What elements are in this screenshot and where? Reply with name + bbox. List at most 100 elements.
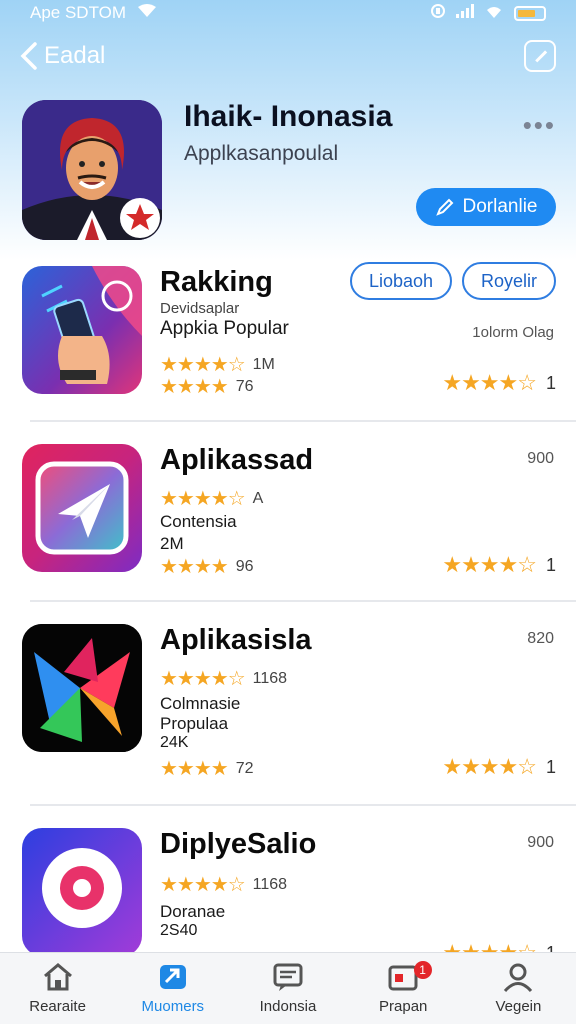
tab-prapan[interactable]: 1 Prapan	[346, 953, 461, 1024]
flower-app-icon	[22, 828, 142, 952]
rating-stars-right: ★★★★☆ 1	[442, 940, 556, 952]
rating-count: 72	[235, 759, 254, 777]
app-list-item[interactable]: Aplikassad 900 ★★★★☆ A Contensia 2M ★★★★…	[22, 444, 556, 578]
ranking-line2: Appkia Popular	[160, 318, 289, 339]
carrier-label: Ape SDTOM	[30, 3, 127, 22]
download-button[interactable]: Dorlanlie	[416, 188, 556, 226]
tab-muomers[interactable]: Muomers	[115, 953, 230, 1024]
app-icon[interactable]	[22, 624, 142, 752]
star-icons: ★★★★☆	[160, 668, 246, 690]
app-title: Aplikassad	[160, 444, 314, 476]
ranking-right-text: 1olorm Olag	[472, 324, 554, 341]
featured-app: Ihaik- Inonasia Applkasanpoulal ••• Dorl…	[22, 98, 556, 243]
rating-count: 76	[235, 377, 254, 395]
star-icons: ★★★★☆	[442, 940, 537, 952]
filter-pill-liobaoh[interactable]: Liobaoh	[350, 262, 452, 300]
app-icon[interactable]	[22, 444, 142, 572]
app-subcategory: Propulaa	[160, 714, 229, 733]
divider	[30, 804, 576, 806]
filter-pill-royelir[interactable]: Royelir	[462, 262, 556, 300]
divider	[30, 420, 576, 422]
tab-label: Rearaite	[29, 998, 86, 1015]
rating-stars: ★★★★ 96	[160, 554, 254, 579]
app-size: 2M	[160, 534, 184, 553]
divider	[30, 600, 576, 602]
app-right-text: 900	[527, 834, 554, 851]
rating-count: 1168	[252, 875, 288, 893]
app-category: Doranae	[160, 902, 226, 921]
star-icons: ★★★★☆	[160, 874, 246, 896]
app-icon[interactable]	[22, 828, 142, 952]
apps-icon	[159, 965, 186, 989]
ranking-row[interactable]: Rakking Devidsaplar Appkia Popular Lioba…	[22, 262, 556, 399]
rating-stars-right: ★★★★☆ 1	[442, 370, 556, 396]
app-right-text: 900	[527, 450, 554, 467]
app-title: Aplikasisla	[160, 624, 312, 656]
featured-app-title: Ihaik- Inonasia	[184, 100, 393, 133]
rating-count: 1	[545, 372, 556, 393]
star-shapes-app-icon	[22, 624, 142, 752]
paper-plane-app-icon	[22, 444, 142, 572]
pencil-icon	[435, 198, 453, 216]
rating-stars: ★★★★ 76	[160, 374, 254, 399]
status-bar: Ape SDTOM	[0, 0, 576, 26]
ranking-app-icon[interactable]	[22, 266, 142, 394]
star-icons: ★★★★☆	[160, 488, 246, 510]
chevron-left-icon	[20, 42, 37, 70]
rating-count: 1M	[252, 355, 275, 373]
tab-label: Prapan	[379, 998, 428, 1015]
wifi-icon	[484, 3, 504, 23]
ranking-title: Rakking	[160, 266, 273, 298]
battery-icon	[514, 5, 546, 21]
back-button[interactable]: Eadal	[20, 42, 105, 70]
signal-icon	[456, 3, 474, 23]
home-icon	[43, 963, 72, 991]
message-icon	[273, 963, 303, 991]
more-options-button[interactable]: •••	[523, 110, 556, 141]
navigation-bar: Eadal	[0, 36, 576, 76]
rating-stars-right: ★★★★☆ 1	[442, 754, 556, 780]
rating-stars: ★★★★ 72	[160, 756, 254, 781]
rating-stars: ★★★★☆ 1168	[160, 666, 287, 691]
wifi-icon	[138, 3, 157, 23]
back-label: Eadal	[44, 42, 106, 69]
featured-app-icon[interactable]	[22, 100, 162, 240]
share-button[interactable]	[524, 40, 556, 72]
star-icons: ★★★★☆	[442, 552, 537, 577]
app-list-item[interactable]: Aplikasisla 820 ★★★★☆ 1168 Colmnasie Pro…	[22, 624, 556, 780]
app-size: 2S40	[160, 922, 198, 939]
app-list-item[interactable]: DiplyeSalio 900 ★★★★☆ 1168 Doranae 2S40 …	[22, 828, 556, 952]
rating-count: 1	[545, 756, 556, 777]
featured-app-subtitle: Applkasanpoulal	[184, 142, 339, 165]
app-category: Contensia	[160, 512, 237, 531]
rating-count: 1	[545, 554, 556, 575]
rating-count: 96	[235, 557, 254, 575]
tab-rearaite[interactable]: Rearaite	[0, 953, 115, 1024]
app-category: Colmnasie	[160, 694, 241, 713]
rating-count: 1168	[252, 669, 288, 687]
tab-label: Muomers	[141, 998, 205, 1015]
notification-badge: 1	[413, 961, 432, 979]
tab-label: Indonsia	[259, 998, 317, 1015]
download-button-label: Dorlanlie	[462, 196, 538, 217]
tab-label: Vegein	[495, 998, 542, 1015]
profile-icon	[504, 963, 533, 992]
app-size: 24K	[160, 734, 189, 751]
app-title: DiplyeSalio	[160, 828, 317, 860]
lock-icon	[430, 3, 446, 24]
star-icons: ★★★★	[160, 758, 229, 780]
ranking-line1: Devidsaplar	[160, 300, 240, 317]
star-icons: ★★★★	[160, 556, 229, 578]
phone-hand-illustration	[22, 266, 142, 394]
star-icons: ★★★★☆	[442, 370, 537, 395]
rating-stars: ★★★★☆ A	[160, 486, 263, 511]
rating-stars-right: ★★★★☆ 1	[442, 552, 556, 578]
avatar-illustration	[22, 100, 162, 240]
rating-stars: ★★★★☆ 1168	[160, 872, 287, 897]
app-right-text: 820	[527, 630, 554, 647]
rating-count: A	[252, 489, 264, 507]
tab-vegein[interactable]: Vegein	[461, 953, 576, 1024]
star-icons: ★★★★	[160, 376, 229, 398]
rating-count: 1	[546, 943, 556, 953]
tab-indonsia[interactable]: Indonsia	[230, 953, 345, 1024]
